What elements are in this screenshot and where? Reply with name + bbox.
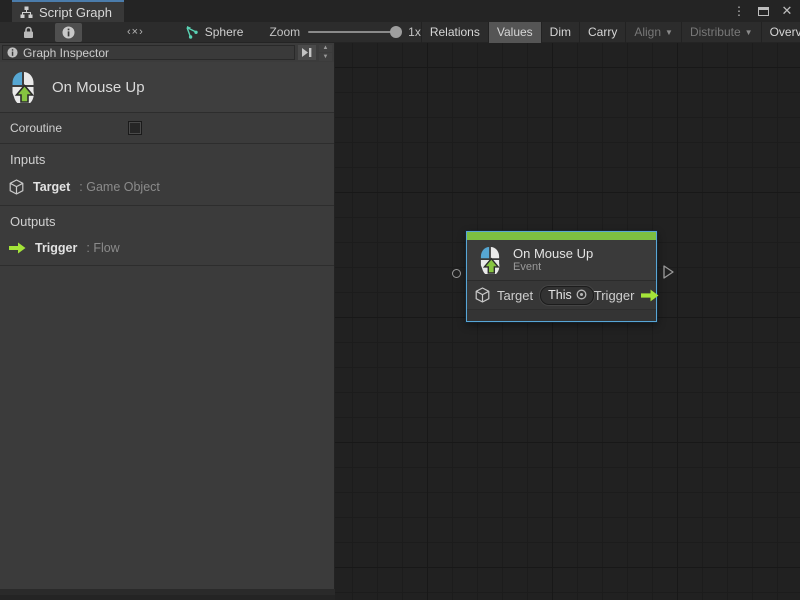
flow-arrow-icon	[641, 289, 659, 302]
graph-reference[interactable]: Sphere	[185, 25, 244, 39]
align-dropdown[interactable]: Align ▼	[626, 22, 682, 43]
cube-icon	[9, 179, 24, 195]
info-badge-icon	[7, 47, 18, 58]
inspector-toggle-button[interactable]	[55, 23, 82, 42]
inputs-heading: Inputs	[0, 152, 334, 167]
zoom-control: Zoom 1x	[269, 25, 420, 39]
window-controls: ⋮ ✕	[730, 0, 796, 22]
button-label: Overview	[770, 25, 800, 39]
inspector-scroll-stepper: ▲ ▼	[319, 45, 332, 61]
coroutine-label: Coroutine	[10, 121, 128, 135]
output-row-trigger: Trigger : Flow	[0, 241, 334, 255]
trigger-port-label: Trigger	[594, 288, 635, 303]
script-graph-tab-icon	[20, 6, 33, 19]
coroutine-row: Coroutine	[0, 112, 334, 143]
graph-inspector-panel: Graph Inspector ▲ ▼ On Mouse Up	[0, 43, 335, 595]
this-value-label: This	[548, 288, 572, 302]
node-header[interactable]: On Mouse Up Event	[467, 240, 656, 280]
inspector-bottom-strip	[0, 589, 335, 595]
code-preview-icon: ‹×›	[127, 26, 144, 38]
inspector-unit-title: On Mouse Up	[0, 62, 334, 112]
coroutine-checkbox[interactable]	[128, 121, 142, 135]
dock-panel-button[interactable]	[298, 45, 316, 60]
zoom-label: Zoom	[269, 25, 300, 39]
values-button[interactable]: Values	[489, 22, 542, 43]
dim-button[interactable]: Dim	[542, 22, 580, 43]
overview-button[interactable]: Overview	[762, 22, 800, 43]
tab-label: Script Graph	[39, 5, 112, 20]
input-name: Target	[33, 180, 70, 194]
target-input-port[interactable]: Target This	[475, 286, 594, 305]
button-label: Relations	[430, 25, 480, 39]
lock-button[interactable]	[16, 23, 41, 42]
info-icon	[62, 26, 75, 39]
relations-button[interactable]: Relations	[422, 22, 489, 43]
button-label: Dim	[550, 25, 571, 39]
inputs-section: Inputs Target : Game Object	[0, 143, 334, 205]
dock-icon	[302, 48, 312, 57]
outputs-section: Outputs Trigger : Flow	[0, 205, 334, 265]
mouse-up-icon	[477, 246, 503, 274]
graph-canvas[interactable]: On Mouse Up Event Target This	[335, 43, 800, 600]
close-icon[interactable]: ✕	[778, 2, 796, 20]
button-label: Align	[634, 25, 661, 39]
toolbar-buttons: Relations Values Dim Carry Align ▼ Distr…	[421, 22, 800, 43]
distribute-dropdown[interactable]: Distribute ▼	[682, 22, 762, 43]
dropdown-arrow-icon: ▼	[665, 28, 673, 37]
node-title: On Mouse Up	[513, 246, 593, 261]
maximize-icon[interactable]	[754, 2, 772, 20]
lock-icon	[23, 26, 34, 39]
zoom-slider-handle[interactable]	[390, 26, 402, 38]
this-value-chip[interactable]: This	[540, 286, 594, 305]
inspector-unit-title-label: On Mouse Up	[52, 79, 145, 96]
input-row-target: Target : Game Object	[0, 179, 334, 195]
inspector-header-box: Graph Inspector	[2, 45, 295, 60]
button-label: Distribute	[690, 25, 741, 39]
script-graph-icon	[185, 26, 199, 39]
kebab-menu-icon[interactable]: ⋮	[730, 2, 748, 20]
node-footer	[467, 309, 656, 321]
button-label: Carry	[588, 25, 617, 39]
code-preview-button[interactable]: ‹×›	[120, 23, 151, 42]
dropdown-arrow-icon: ▼	[745, 28, 753, 37]
node-port-row: Target This Trigger	[467, 280, 656, 309]
trigger-output-port[interactable]: Trigger	[594, 288, 660, 303]
output-name: Trigger	[35, 241, 77, 255]
inspector-header: Graph Inspector ▲ ▼	[0, 43, 334, 62]
zoom-value: 1x	[408, 25, 421, 39]
cube-icon	[475, 287, 490, 303]
on-mouse-up-node[interactable]: On Mouse Up Event Target This	[466, 231, 657, 322]
input-type: : Game Object	[79, 180, 160, 194]
node-subtitle: Event	[513, 261, 593, 274]
inspector-empty-area	[0, 265, 334, 555]
target-picker-icon[interactable]	[576, 289, 587, 300]
scroll-up-icon[interactable]: ▲	[319, 45, 332, 53]
graph-name: Sphere	[205, 25, 244, 39]
inspector-header-label: Graph Inspector	[23, 46, 109, 60]
flow-arrow-icon	[9, 242, 26, 254]
tab-script-graph[interactable]: Script Graph	[12, 0, 124, 22]
port-triangle-icon[interactable]	[663, 265, 674, 279]
carry-button[interactable]: Carry	[580, 22, 626, 43]
port-circle-icon[interactable]	[452, 269, 461, 278]
button-label: Values	[497, 25, 533, 39]
target-port-label: Target	[497, 288, 533, 303]
event-color-cap	[467, 232, 656, 240]
graph-toolbar: ‹×› Sphere Zoom 1x Relations Values Di	[0, 22, 800, 43]
output-type: : Flow	[86, 241, 119, 255]
scroll-down-icon[interactable]: ▼	[319, 53, 332, 61]
mouse-up-icon	[8, 71, 38, 103]
zoom-slider[interactable]	[308, 31, 400, 33]
title-bar: Script Graph ⋮ ✕	[0, 0, 800, 22]
outputs-heading: Outputs	[0, 214, 334, 229]
